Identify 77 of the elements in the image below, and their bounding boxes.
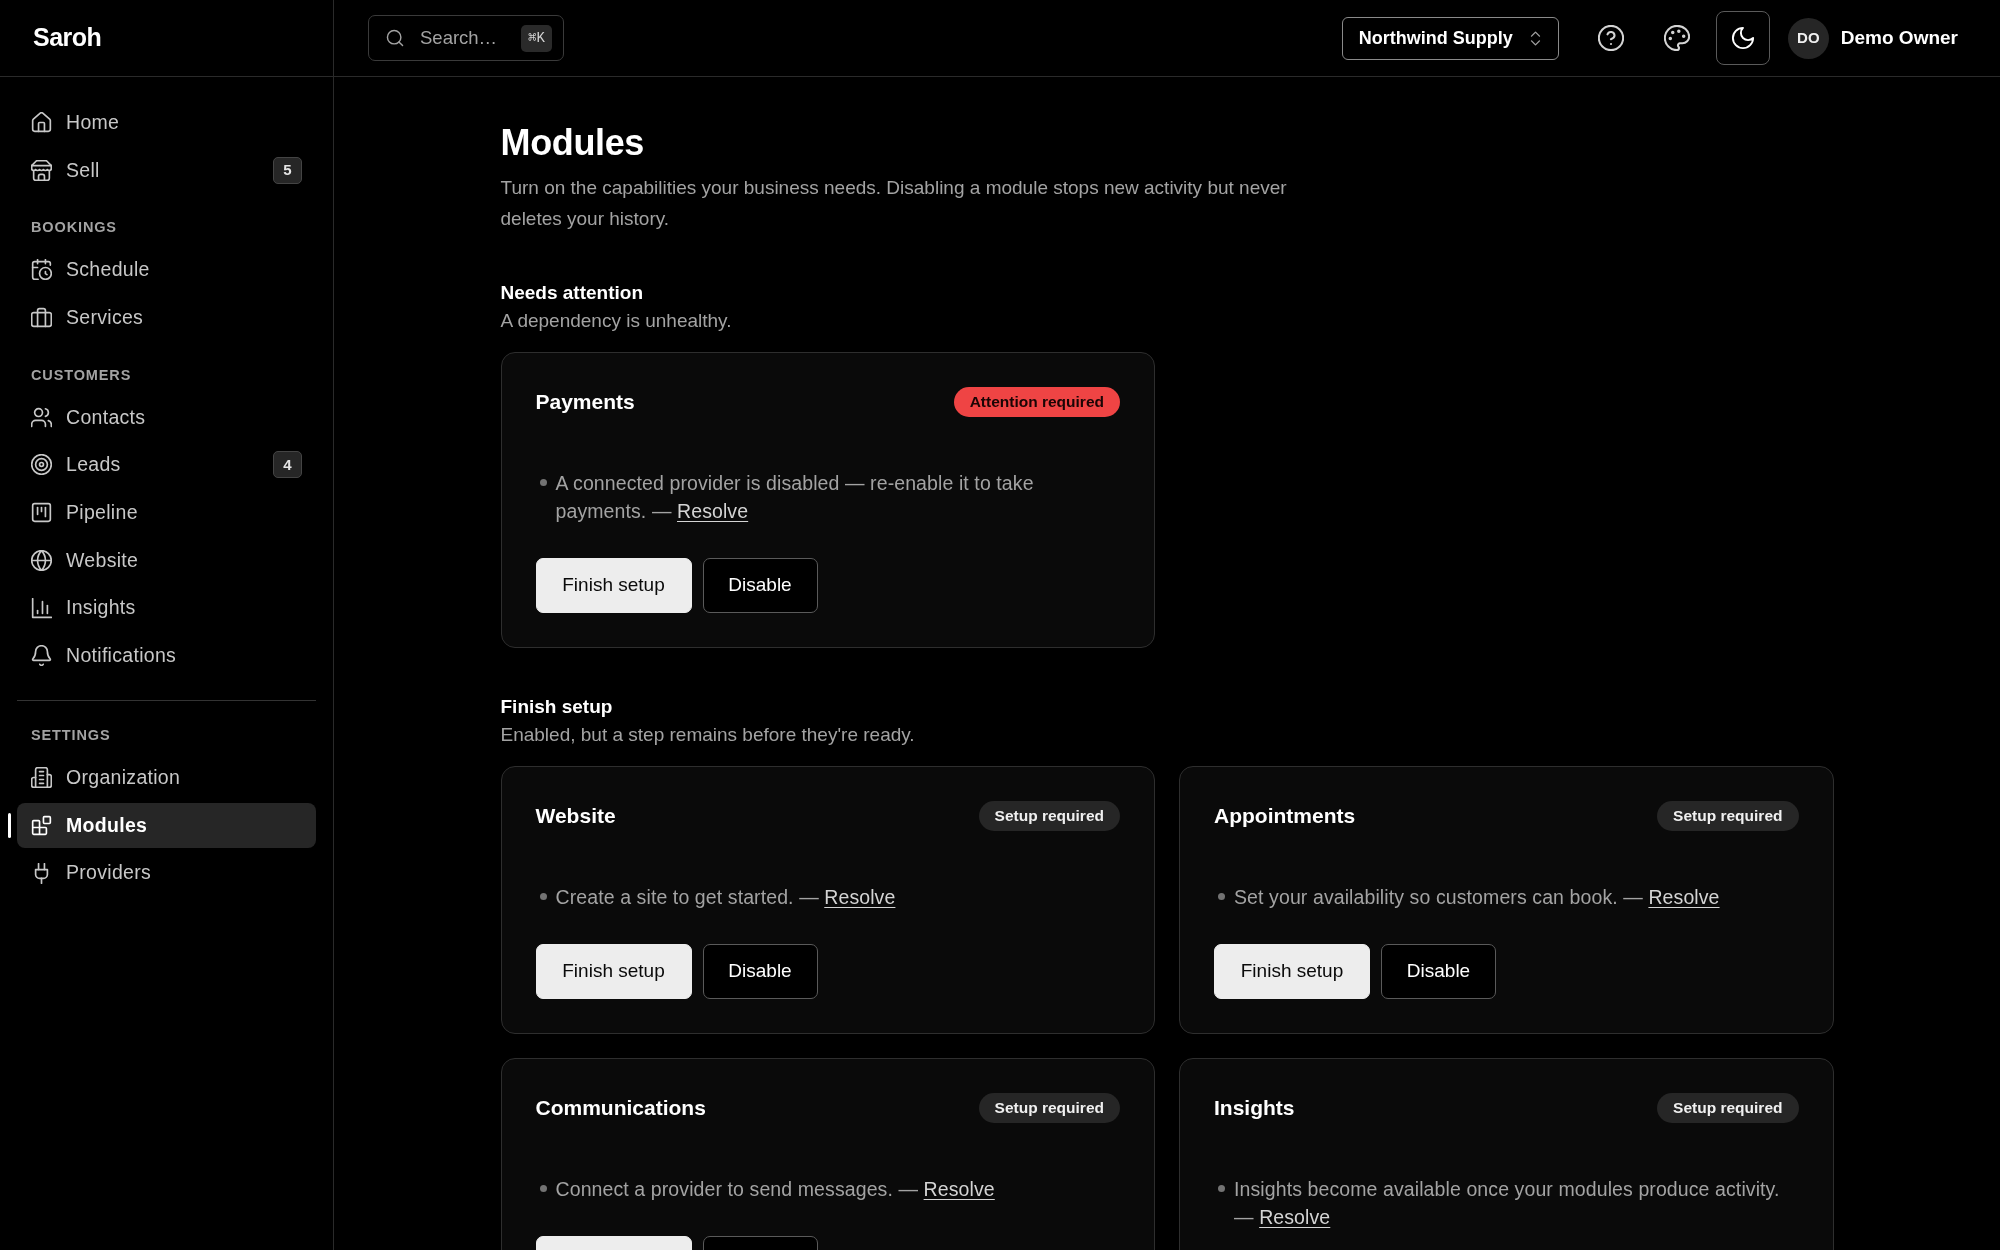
sidebar-item[interactable]: Pipeline bbox=[17, 490, 316, 536]
status-badge: Attention required bbox=[953, 387, 1120, 417]
bullet-icon bbox=[539, 1185, 547, 1192]
status-badge: Setup required bbox=[1657, 801, 1799, 831]
bar-chart-icon bbox=[31, 597, 52, 619]
page-description: Turn on the capabilities your business needs. Disabling a module stops new activity but never deletes your history. bbox=[500, 176, 1288, 231]
resolve-link[interactable]: Resolve bbox=[1648, 886, 1720, 908]
section-label: SETTINGS bbox=[31, 726, 111, 745]
issue-text: Connect a provider to send messages. — Resolve bbox=[555, 1177, 995, 1202]
section-subtitle: A dependency is unhealthy. bbox=[500, 309, 732, 333]
blocks-icon bbox=[31, 814, 52, 836]
target-icon bbox=[31, 454, 52, 476]
finish-setup-button[interactable]: Finish setup bbox=[535, 944, 692, 999]
sidebar-item[interactable]: Providers bbox=[17, 850, 316, 896]
section-subtitle: Enabled, but a step remains before they're ready. bbox=[500, 723, 915, 747]
search-icon bbox=[386, 29, 404, 47]
module-title: Appointments bbox=[1214, 803, 1356, 829]
issue-text: A connected provider is disabled — re-enable it to take payments. — Resolve bbox=[555, 471, 1035, 524]
sidebar-item[interactable]: Leads 4 bbox=[17, 442, 316, 488]
kanban-board-icon bbox=[31, 502, 52, 524]
sidebar-item[interactable]: Services bbox=[17, 295, 316, 341]
status-badge: Setup required bbox=[1657, 1093, 1799, 1123]
calendar-clock-icon bbox=[31, 259, 52, 281]
section-title: Finish setup bbox=[500, 695, 613, 719]
bullet-icon bbox=[1218, 893, 1225, 900]
issue-text: Set your availability so customers can book. — Resolve bbox=[1234, 885, 1720, 910]
user-avatar[interactable]: DO bbox=[1787, 17, 1829, 59]
sidebar-item[interactable]: Contacts bbox=[17, 394, 316, 440]
status-badge: Setup required bbox=[978, 1093, 1120, 1123]
palette-icon bbox=[1663, 25, 1690, 51]
issue-text: Create a site to get started. — Resolve bbox=[555, 885, 896, 910]
finish-setup-button[interactable]: Finish setup bbox=[1214, 944, 1370, 999]
users-icon bbox=[31, 406, 52, 428]
sidebar-item[interactable]: Organization bbox=[17, 755, 316, 801]
bell-icon bbox=[31, 645, 52, 667]
module-title: Payments bbox=[535, 389, 635, 415]
moon-icon bbox=[1730, 26, 1755, 50]
briefcase-icon bbox=[31, 307, 52, 329]
building-icon bbox=[31, 767, 52, 789]
disable-button[interactable]: Disable bbox=[702, 558, 818, 613]
sidebar-item[interactable]: Insights bbox=[17, 585, 316, 631]
workspace-switcher[interactable]: Northwind Supply bbox=[1341, 16, 1559, 60]
section-label: BOOKINGS bbox=[31, 218, 117, 237]
page-title: Modules bbox=[500, 121, 644, 164]
theme-toggle-button[interactable] bbox=[1715, 11, 1770, 65]
disable-button[interactable]: Disable bbox=[702, 944, 818, 999]
module-title: Website bbox=[535, 803, 616, 829]
issue-text: Insights become available once your modules produce activity. — Resolve bbox=[1234, 1177, 1781, 1230]
sidebar-item[interactable]: Website bbox=[17, 537, 316, 583]
count-badge: 5 bbox=[273, 156, 302, 184]
count-badge: 4 bbox=[273, 451, 302, 479]
home-icon bbox=[31, 112, 52, 133]
finish-setup-button[interactable]: Finish setup bbox=[535, 558, 692, 613]
bullet-icon bbox=[1218, 1185, 1225, 1192]
section-label: CUSTOMERS bbox=[31, 365, 132, 384]
section-title: Needs attention bbox=[500, 281, 644, 305]
resolve-link[interactable]: Resolve bbox=[923, 1178, 995, 1200]
bullet-icon bbox=[539, 479, 547, 486]
resolve-link[interactable]: Resolve bbox=[824, 886, 896, 908]
module-title: Insights bbox=[1214, 1095, 1295, 1121]
status-badge: Setup required bbox=[978, 801, 1120, 831]
shortcut-key: ⌘K bbox=[521, 25, 552, 52]
module-title: Communications bbox=[535, 1095, 706, 1121]
user-name[interactable]: Demo Owner bbox=[1840, 23, 1958, 53]
sidebar-item[interactable]: Notifications bbox=[17, 633, 316, 679]
resolve-link[interactable]: Resolve bbox=[677, 500, 749, 522]
help-icon bbox=[1597, 25, 1624, 51]
sidebar-item[interactable]: Home bbox=[17, 100, 316, 145]
brand-name: Saroh bbox=[33, 22, 102, 54]
disable-button[interactable]: Disable bbox=[1381, 944, 1496, 999]
sidebar-item[interactable]: Schedule bbox=[17, 247, 316, 293]
active-indicator bbox=[8, 812, 11, 838]
sidebar-item[interactable]: Sell 5 bbox=[17, 147, 316, 193]
resolve-link[interactable]: Resolve bbox=[1259, 1206, 1331, 1228]
bullet-icon bbox=[539, 893, 547, 900]
globe-icon bbox=[31, 549, 52, 571]
store-icon bbox=[31, 159, 52, 181]
